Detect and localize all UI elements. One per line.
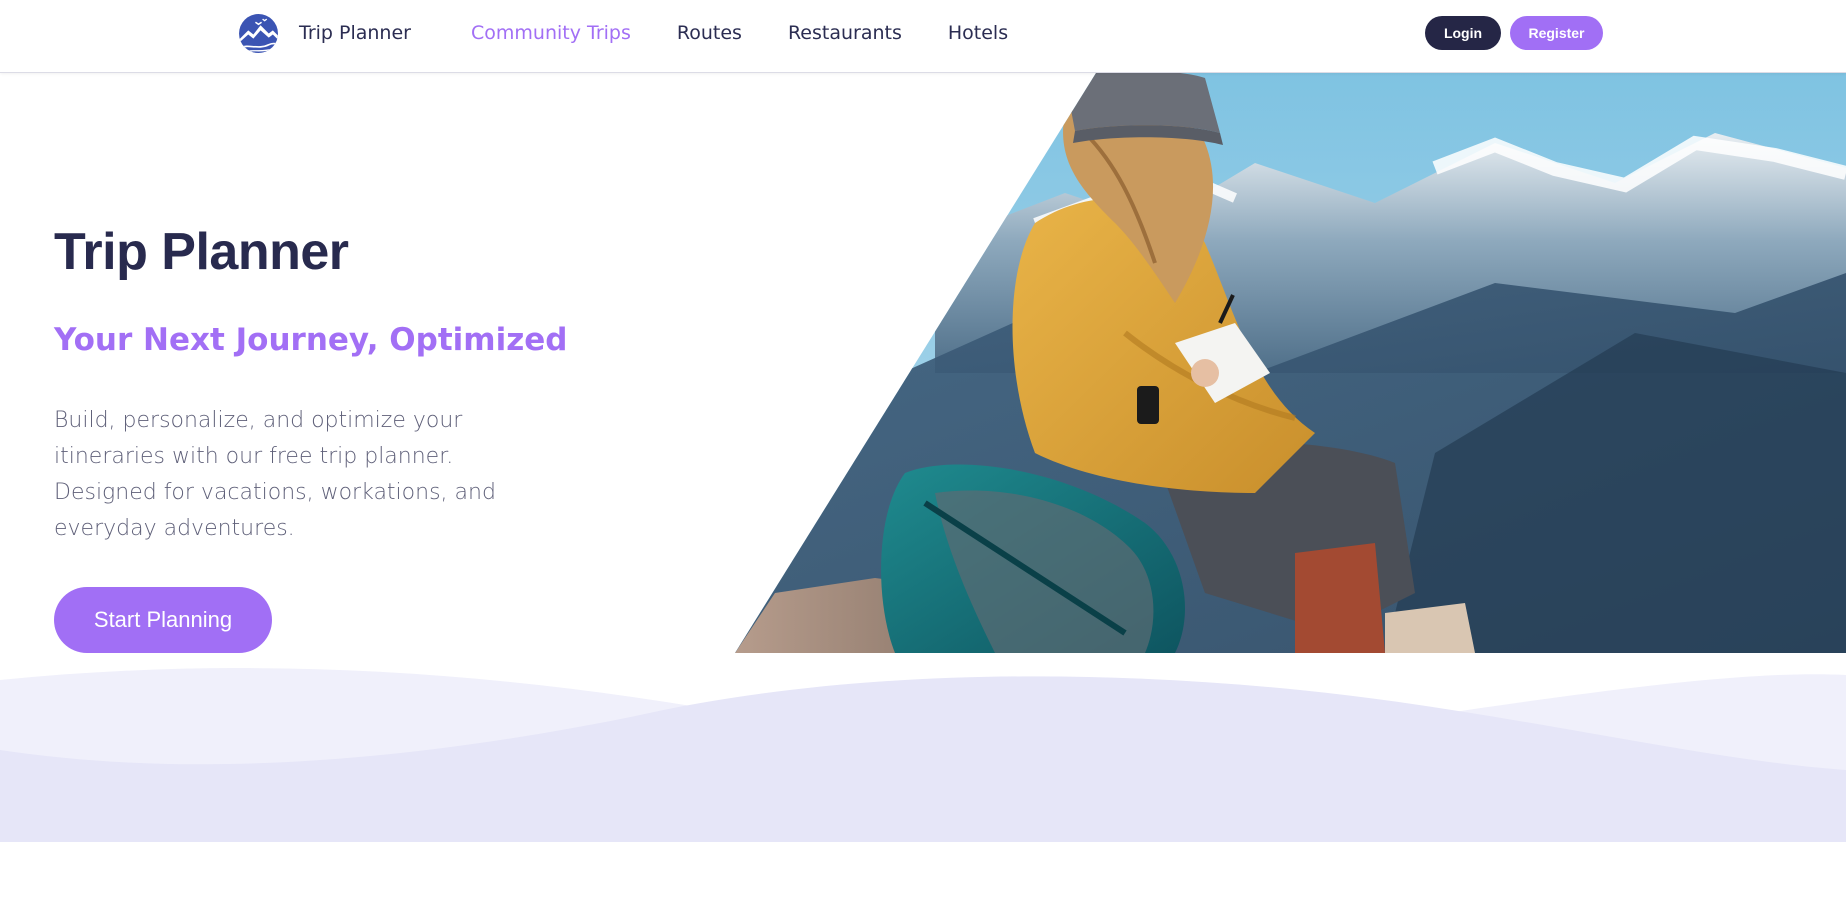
nav-routes[interactable]: Routes [677,20,742,46]
logo-icon [239,13,278,53]
hero-subtitle: Your Next Journey, Optimized [54,322,568,358]
brand-link[interactable]: Trip Planner [238,13,411,53]
nav-hotels[interactable]: Hotels [948,20,1008,46]
site-header: Trip Planner Community Trips Routes Rest… [0,0,1846,73]
start-planning-button[interactable]: Start Planning [54,587,272,653]
login-button[interactable]: Login [1425,16,1501,50]
nav-restaurants[interactable]: Restaurants [788,20,902,46]
hero-image [735,73,1846,653]
decorative-waves [0,668,1846,842]
nav-community-trips[interactable]: Community Trips [471,20,631,46]
register-button[interactable]: Register [1510,16,1603,50]
brand-name: Trip Planner [299,22,411,44]
hero-title: Trip Planner [54,223,349,281]
hiker-journaling-mountains-photo-icon [735,73,1846,653]
hero-description: Build, personalize, and optimize your it… [54,408,496,541]
auth-buttons: Login Register [1425,16,1603,50]
main-nav: Community Trips Routes Restaurants Hotel… [471,20,1008,46]
